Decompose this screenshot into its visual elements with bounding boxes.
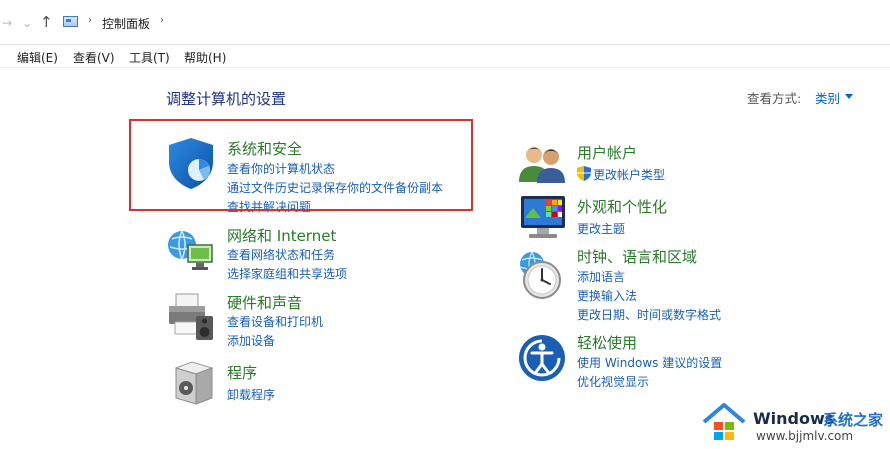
category-appearance-personalization[interactable]: 外观和个性化 (577, 196, 667, 217)
category-hardware-sound[interactable]: 硬件和声音 (227, 292, 302, 313)
category-clock-language-region[interactable]: 时钟、语言和区域 (577, 246, 697, 267)
view-by-dropdown[interactable]: 类别 (815, 88, 840, 107)
menu-view[interactable]: 查看(V) (73, 49, 115, 66)
forward-icon[interactable]: → (2, 16, 12, 30)
menu-edit[interactable]: 编辑(E) (17, 49, 58, 66)
link-homegroup-sharing[interactable]: 选择家庭组和共享选项 (227, 265, 347, 282)
breadcrumb-control-panel[interactable]: 控制面板 (102, 15, 150, 32)
printer-speaker-icon[interactable] (166, 292, 216, 342)
windows-house-logo-icon (702, 403, 746, 440)
link-recommended-settings[interactable]: 使用 Windows 建议的设置 (577, 354, 722, 371)
link-devices-printers[interactable]: 查看设备和打印机 (227, 313, 323, 330)
ease-of-access-icon[interactable] (518, 334, 566, 382)
highlight-box (129, 119, 473, 211)
network-globe-icon[interactable] (166, 225, 216, 275)
link-change-theme[interactable]: 更改主题 (577, 220, 625, 237)
link-add-device[interactable]: 添加设备 (227, 332, 275, 349)
control-panel-path-icon (63, 16, 78, 27)
link-uninstall-program[interactable]: 卸载程序 (227, 386, 275, 403)
menu-tools[interactable]: 工具(T) (129, 49, 170, 66)
link-change-date-time-format[interactable]: 更改日期、时间或数字格式 (577, 306, 721, 323)
address-bar: → ⌄ ↑ › 控制面板 › (0, 0, 890, 45)
menu-bar: 编辑(E) 查看(V) 工具(T) 帮助(H) (0, 45, 890, 68)
recent-locations-icon[interactable]: ⌄ (22, 16, 32, 30)
link-optimize-visual-display[interactable]: 优化视觉显示 (577, 373, 649, 390)
view-by-label: 查看方式: (747, 91, 802, 106)
link-change-account-type[interactable]: 更改帐户类型 (593, 166, 665, 183)
link-add-language[interactable]: 添加语言 (577, 268, 625, 285)
chevron-down-icon[interactable] (845, 94, 853, 99)
link-network-status[interactable]: 查看网络状态和任务 (227, 246, 335, 263)
uac-shield-icon (577, 166, 591, 181)
link-change-input-method[interactable]: 更换输入法 (577, 287, 637, 304)
clock-globe-icon[interactable] (516, 250, 566, 300)
monitor-palette-icon[interactable] (519, 192, 569, 240)
category-ease-of-access[interactable]: 轻松使用 (577, 332, 637, 353)
watermark-url: www.bjjmlv.com (756, 429, 854, 443)
watermark-title-cn: 系统之家 (823, 411, 884, 429)
category-user-accounts[interactable]: 用户帐户 (577, 142, 637, 163)
breadcrumb-separator-icon[interactable]: › (160, 15, 164, 26)
up-icon[interactable]: ↑ (40, 13, 53, 31)
category-programs[interactable]: 程序 (227, 362, 257, 383)
page-title: 调整计算机的设置 (166, 90, 287, 108)
users-icon[interactable] (517, 142, 567, 184)
category-network-internet[interactable]: 网络和 Internet (227, 225, 336, 246)
menu-help[interactable]: 帮助(H) (184, 49, 226, 66)
programs-box-icon[interactable] (172, 360, 216, 406)
breadcrumb-separator-icon[interactable]: › (88, 15, 92, 26)
